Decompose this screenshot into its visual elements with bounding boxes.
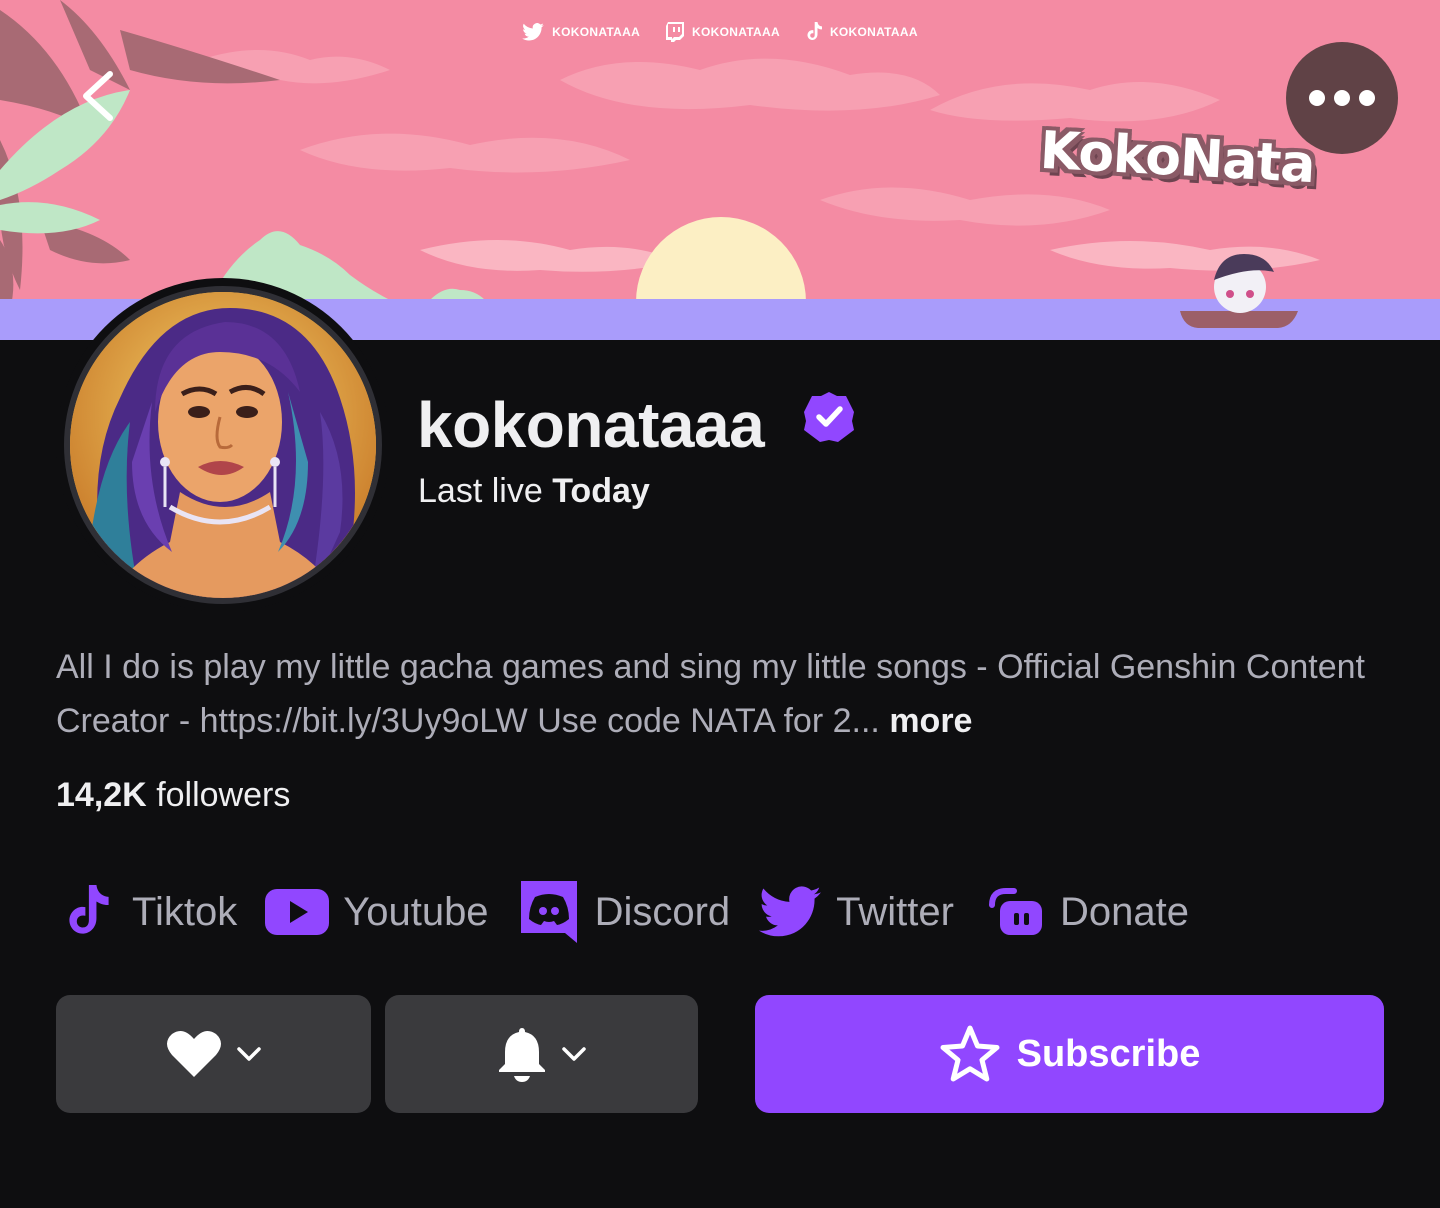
followers-count: 14,2K followers — [56, 776, 290, 815]
bio-more-link[interactable]: more — [889, 702, 972, 740]
twitter-icon — [758, 886, 822, 938]
channel-name[interactable]: kokonataaa — [417, 388, 765, 462]
notifications-button[interactable] — [385, 995, 698, 1113]
chevron-down-icon — [561, 1047, 586, 1061]
last-live-status: Last live Today — [418, 472, 650, 511]
last-live-value: Today — [552, 472, 650, 510]
social-link-twitter[interactable]: Twitter — [758, 886, 954, 938]
chevron-down-icon — [236, 1047, 261, 1061]
back-button[interactable] — [72, 68, 128, 124]
bell-icon — [498, 1028, 545, 1082]
tiktok-icon — [807, 22, 822, 41]
social-link-label: Tiktok — [132, 889, 238, 934]
verified-badge-icon — [804, 392, 854, 442]
social-link-donate[interactable]: Donate — [988, 887, 1189, 937]
avatar-container[interactable] — [56, 278, 390, 612]
last-live-prefix: Last live — [418, 472, 543, 510]
banner-social-tiktok[interactable]: KOKONATAAA — [806, 22, 918, 42]
social-link-label: Donate — [1059, 889, 1189, 934]
followers-label: followers — [156, 776, 291, 814]
banner-social-label: KOKONATAAA — [552, 25, 641, 39]
twitch-icon — [666, 22, 685, 42]
heart-icon — [166, 1030, 221, 1077]
more-options-button[interactable] — [1286, 42, 1398, 154]
twitter-icon — [522, 23, 544, 41]
avatar — [64, 286, 382, 604]
channel-bio: All I do is play my little gacha games a… — [56, 640, 1386, 748]
follow-button[interactable] — [56, 995, 371, 1113]
more-dot — [1359, 90, 1375, 106]
social-links: Tiktok Youtube Discord Twitter Donate — [58, 872, 1189, 952]
more-dot — [1334, 90, 1350, 106]
social-link-discord[interactable]: Discord — [520, 881, 731, 943]
subscribe-button[interactable]: Subscribe — [755, 995, 1384, 1113]
social-link-label: Youtube — [343, 889, 489, 934]
star-icon — [940, 1025, 1000, 1082]
social-link-tiktok[interactable]: Tiktok — [58, 885, 237, 939]
banner-social-label: KOKONATAAA — [692, 25, 780, 39]
discord-icon — [520, 881, 577, 943]
social-link-label: Discord — [594, 889, 731, 934]
banner-social-handles: KOKONATAAA KOKONATAAA KOKONATAAA — [0, 22, 1440, 42]
avatar-image — [70, 292, 376, 598]
social-link-youtube[interactable]: Youtube — [265, 889, 489, 935]
bio-text: All I do is play my little gacha games a… — [56, 648, 1365, 740]
chevron-left-icon — [83, 71, 113, 121]
banner-social-twitter[interactable]: KOKONATAAA — [522, 22, 640, 42]
followers-number: 14,2K — [56, 776, 147, 814]
social-link-label: Twitter — [836, 889, 954, 934]
tiktok-icon — [58, 885, 116, 939]
streamlabs-icon — [988, 887, 1044, 937]
banner-social-twitch[interactable]: KOKONATAAA — [666, 22, 780, 42]
banner-social-label: KOKONATAAA — [829, 25, 918, 39]
more-options-icon — [1309, 90, 1325, 106]
subscribe-label: Subscribe — [1016, 1032, 1201, 1075]
youtube-icon — [265, 889, 330, 935]
